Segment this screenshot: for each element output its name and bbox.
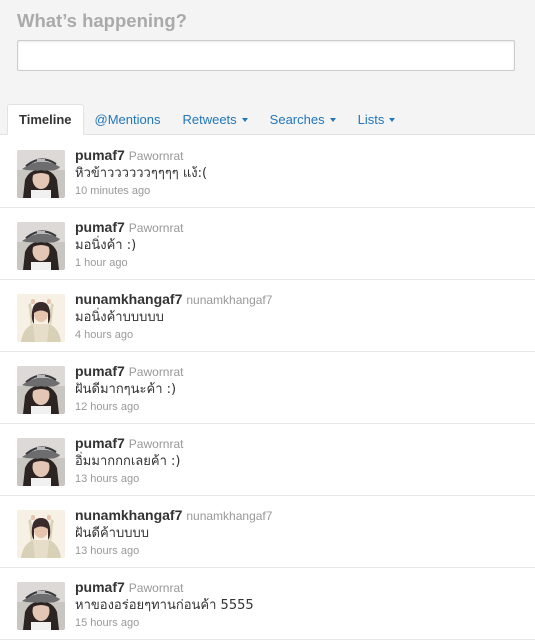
tweet-timestamp[interactable]: 4 hours ago	[75, 327, 525, 343]
tweet-header: pumaf7 Pawornrat	[75, 146, 525, 164]
cap-girl-avatar-image	[17, 366, 65, 414]
tweet-item: nunamkhangaf7 nunamkhangaf7 ฝันดีค้าบบบบ …	[0, 496, 535, 568]
screen-name[interactable]: nunamkhangaf7	[75, 507, 182, 523]
sweater-girl-avatar-image	[17, 294, 65, 342]
full-name: Pawornrat	[128, 221, 184, 235]
tweet-item: pumaf7 Pawornrat มอนิ่งค้า :) 1 hour ago	[0, 208, 535, 280]
tweet-content: nunamkhangaf7 nunamkhangaf7 มอนิ่งค้าบบบบ…	[75, 290, 525, 343]
tweet-timestamp[interactable]: 10 minutes ago	[75, 183, 525, 199]
screen-name[interactable]: pumaf7	[75, 363, 125, 379]
tweet-timestamp[interactable]: 13 hours ago	[75, 543, 525, 559]
tweet-text: มอนิ่งค้า :)	[75, 238, 137, 253]
avatar[interactable]	[17, 150, 65, 198]
cap-girl-avatar-image	[17, 438, 65, 486]
avatar[interactable]	[17, 366, 65, 414]
chevron-down-icon	[241, 117, 248, 122]
tab-retweets[interactable]: Retweets	[171, 104, 258, 134]
cap-girl-avatar-image	[17, 222, 65, 270]
full-name: Pawornrat	[128, 149, 184, 163]
tweet-text: ฝันดีค้าบบบบ	[75, 526, 149, 541]
tab-mentions[interactable]: @Mentions	[84, 104, 172, 134]
tweet-header: pumaf7 Pawornrat	[75, 578, 525, 596]
chevron-down-icon	[329, 117, 336, 122]
tweet-item: nunamkhangaf7 nunamkhangaf7 มอนิ่งค้าบบบบ…	[0, 280, 535, 352]
screen-name[interactable]: nunamkhangaf7	[75, 291, 182, 307]
tab-timeline[interactable]: Timeline	[7, 104, 84, 135]
tweet-content: pumaf7 Pawornrat ฝันดีมากๆนะค้า :) 12 hou…	[75, 362, 525, 415]
tweet-item: pumaf7 Pawornrat หิวข้าววววววๆๆๆๆ แง้:( 1…	[0, 136, 535, 208]
tweet-header: nunamkhangaf7 nunamkhangaf7	[75, 506, 525, 524]
full-name: nunamkhangaf7	[186, 509, 273, 523]
sweater-girl-avatar-image	[17, 510, 65, 558]
full-name: nunamkhangaf7	[186, 293, 273, 307]
tweet-text: หิวข้าววววววๆๆๆๆ แง้:(	[75, 166, 208, 181]
tweet-item: pumaf7 Pawornrat ฝันดีมากๆนะค้า :) 12 hou…	[0, 352, 535, 424]
tweet-content: pumaf7 Pawornrat หาของอร่อยๆทานก่อนค้า 55…	[75, 578, 525, 631]
tweet-item: pumaf7 Pawornrat หาของอร่อยๆทานก่อนค้า 55…	[0, 568, 535, 640]
tweet-text: อิ่มมากกกเลยค้า :)	[75, 454, 181, 469]
tweet-timeline: pumaf7 Pawornrat หิวข้าววววววๆๆๆๆ แง้:( 1…	[0, 136, 535, 640]
tweet-content: pumaf7 Pawornrat มอนิ่งค้า :) 1 hour ago	[75, 218, 525, 271]
tab-label: Lists	[357, 112, 385, 127]
tweet-composer: What’s happening? Timeline @Mentions Ret…	[0, 0, 535, 135]
tweet-timestamp[interactable]: 12 hours ago	[75, 399, 525, 415]
full-name: Pawornrat	[128, 365, 184, 379]
tab-label: Retweets	[182, 112, 237, 127]
tweet-header: pumaf7 Pawornrat	[75, 218, 525, 236]
tweet-text: ฝันดีมากๆนะค้า :)	[75, 382, 177, 397]
tweet-item: pumaf7 Pawornrat อิ่มมากกกเลยค้า :) 13 ho…	[0, 424, 535, 496]
avatar[interactable]	[17, 582, 65, 630]
tweet-content: pumaf7 Pawornrat หิวข้าววววววๆๆๆๆ แง้:( 1…	[75, 146, 525, 199]
timeline-tabs: Timeline @Mentions Retweets Searches Lis…	[7, 104, 407, 135]
avatar[interactable]	[17, 438, 65, 486]
tweet-header: pumaf7 Pawornrat	[75, 434, 525, 452]
cap-girl-avatar-image	[17, 150, 65, 198]
tweet-timestamp[interactable]: 1 hour ago	[75, 255, 525, 271]
tweet-content: pumaf7 Pawornrat อิ่มมากกกเลยค้า :) 13 ho…	[75, 434, 525, 487]
tab-searches[interactable]: Searches	[259, 104, 347, 134]
tab-lists[interactable]: Lists	[347, 104, 407, 134]
avatar[interactable]	[17, 510, 65, 558]
tweet-timestamp[interactable]: 15 hours ago	[75, 615, 525, 631]
tweet-timestamp[interactable]: 13 hours ago	[75, 471, 525, 487]
full-name: Pawornrat	[128, 437, 184, 451]
screen-name[interactable]: pumaf7	[75, 435, 125, 451]
tweet-input[interactable]	[17, 40, 515, 71]
avatar[interactable]	[17, 294, 65, 342]
tab-label: Timeline	[19, 112, 72, 127]
tweet-content: nunamkhangaf7 nunamkhangaf7 ฝันดีค้าบบบบ …	[75, 506, 525, 559]
tab-label: @Mentions	[94, 112, 161, 127]
chevron-down-icon	[389, 117, 396, 122]
tweet-header: pumaf7 Pawornrat	[75, 362, 525, 380]
tweet-text: มอนิ่งค้าบบบบบ	[75, 310, 164, 325]
tweet-header: nunamkhangaf7 nunamkhangaf7	[75, 290, 525, 308]
screen-name[interactable]: pumaf7	[75, 219, 125, 235]
composer-prompt: What’s happening?	[17, 10, 187, 31]
cap-girl-avatar-image	[17, 582, 65, 630]
screen-name[interactable]: pumaf7	[75, 579, 125, 595]
tab-label: Searches	[269, 112, 325, 127]
full-name: Pawornrat	[128, 581, 184, 595]
avatar[interactable]	[17, 222, 65, 270]
tweet-text: หาของอร่อยๆทานก่อนค้า 5555	[75, 598, 254, 613]
screen-name[interactable]: pumaf7	[75, 147, 125, 163]
